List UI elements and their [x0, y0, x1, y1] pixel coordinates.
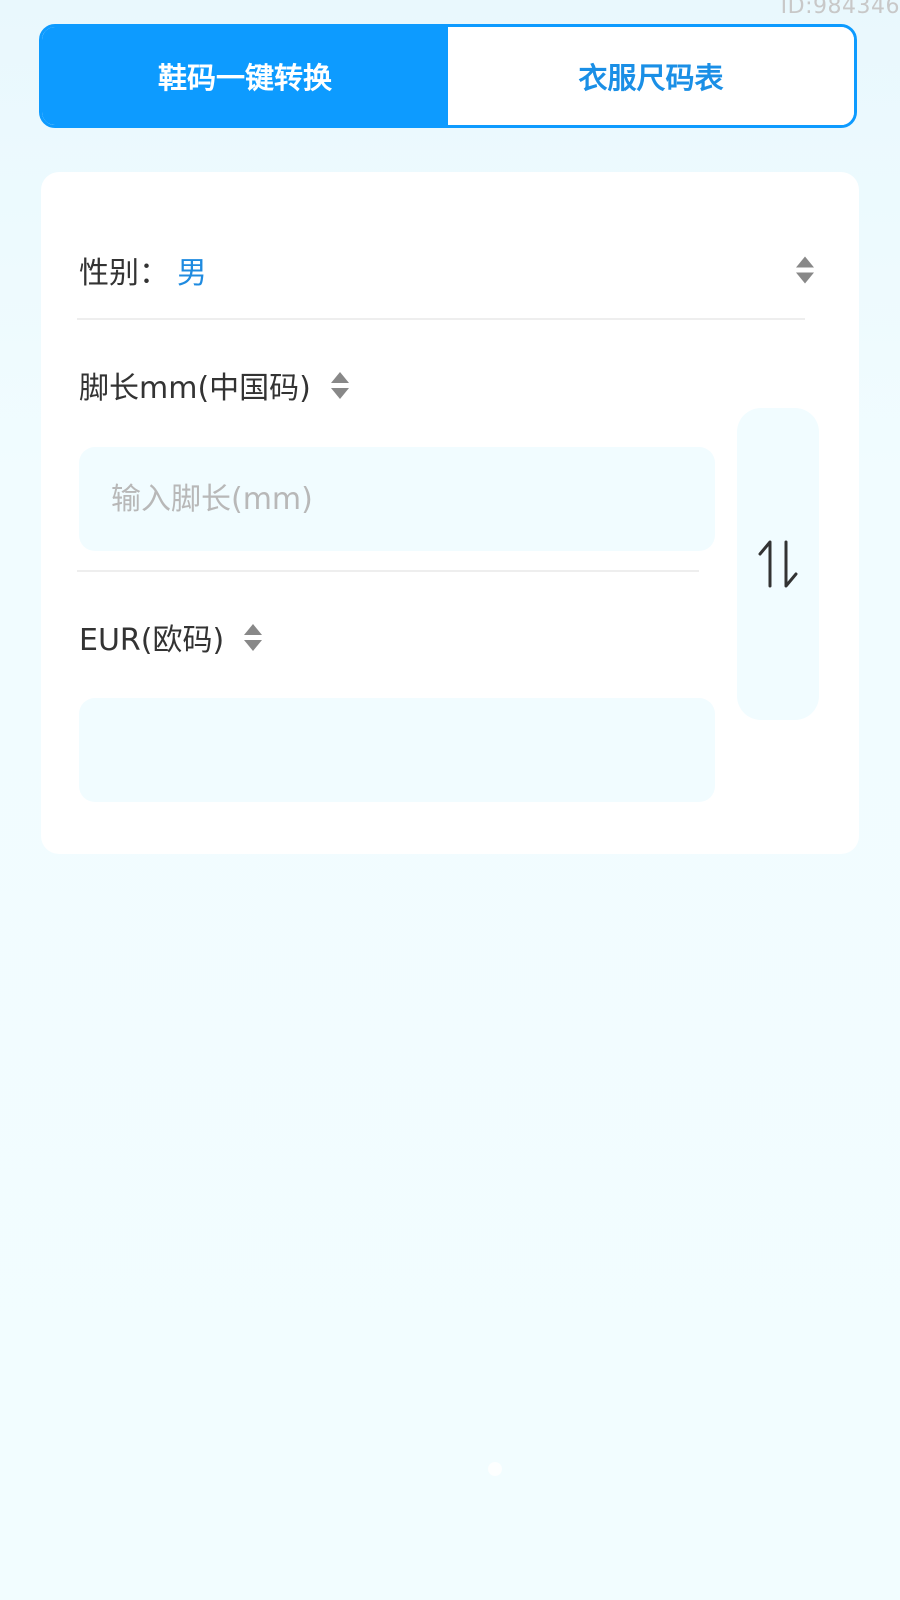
page-indicator-dot — [488, 1462, 502, 1476]
source-unit-label: 脚长mm(中国码) — [79, 371, 311, 406]
watermark-id: ID:984346 — [780, 0, 900, 19]
target-unit-selector[interactable]: EUR(欧码) — [79, 612, 263, 662]
tab-clothing-size-chart[interactable]: 衣服尺码表 — [448, 27, 854, 125]
source-unit-selector[interactable]: 脚长mm(中国码) — [79, 360, 349, 410]
sort-updown-icon[interactable] — [330, 371, 349, 399]
tab-shoe-size-convert[interactable]: 鞋码一键转换 — [42, 27, 448, 125]
foot-length-input[interactable] — [109, 480, 715, 518]
swap-button[interactable] — [737, 408, 819, 720]
gender-label: 性别： — [79, 256, 169, 291]
converter-card: 性别： 男 脚长mm(中国码) EUR(欧码) — [41, 172, 859, 854]
sort-updown-icon[interactable] — [244, 623, 263, 651]
swap-vertical-arrows-icon — [758, 540, 798, 588]
divider — [77, 318, 805, 320]
gender-value[interactable]: 男 — [177, 248, 207, 292]
target-unit-label: EUR(欧码) — [79, 623, 225, 658]
sort-updown-icon[interactable] — [796, 256, 814, 284]
tab-bar: 鞋码一键转换 衣服尺码表 — [39, 24, 857, 128]
eur-size-output-box[interactable] — [79, 698, 715, 802]
gender-selector[interactable]: 性别： 男 — [79, 242, 814, 298]
foot-length-input-box[interactable] — [79, 447, 715, 551]
divider — [77, 570, 699, 572]
eur-size-output[interactable] — [109, 731, 715, 769]
